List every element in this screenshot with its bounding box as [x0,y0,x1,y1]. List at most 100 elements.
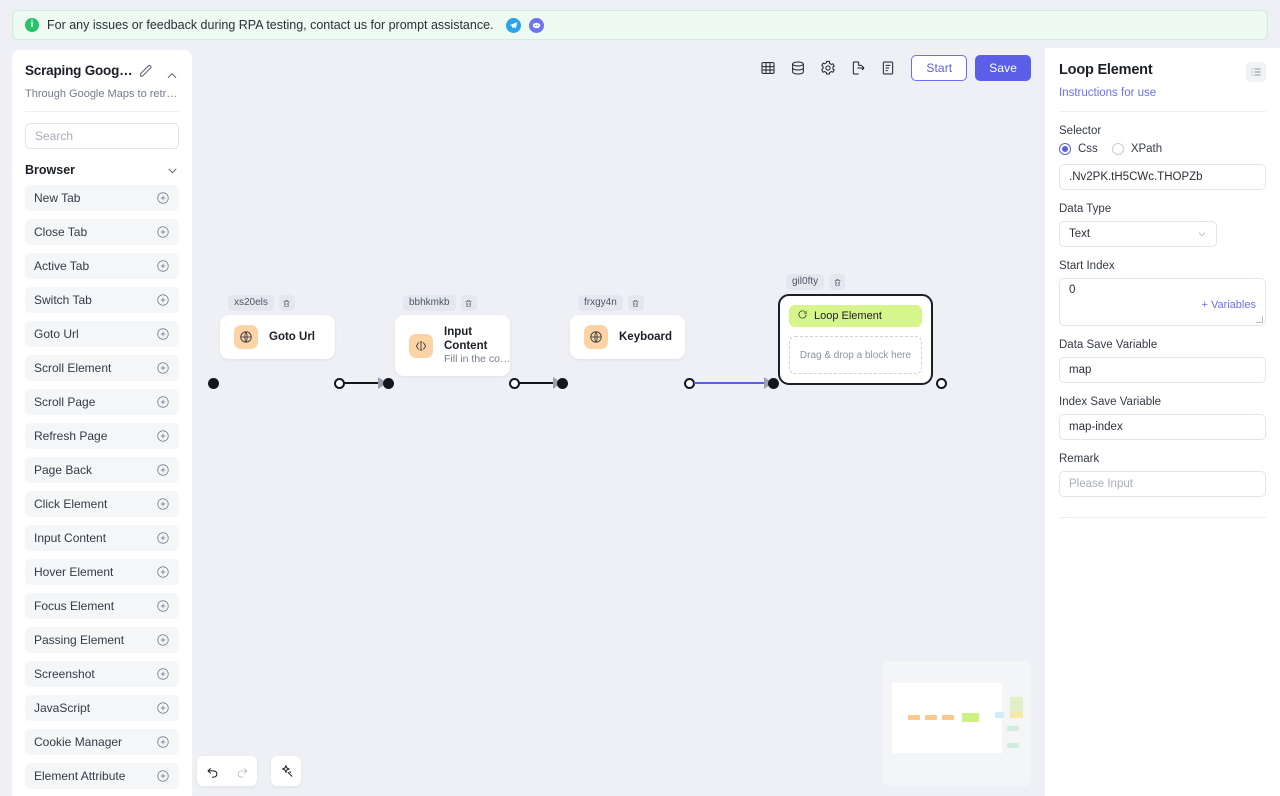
sidebar-item-switch-tab[interactable]: Switch Tab [25,287,179,313]
node-subtitle: Fill in the cont… [444,353,512,365]
loop-node-header[interactable]: Loop Element [789,305,922,327]
sidebar-item-label: Refresh Page [34,429,108,443]
node-id: xs20els [228,295,274,311]
undo-icon[interactable] [197,756,227,786]
radio-xpath[interactable] [1111,143,1124,155]
gear-icon[interactable] [813,53,843,83]
database-icon[interactable] [783,53,813,83]
sidebar-item-javascript[interactable]: JavaScript [25,695,179,721]
chevron-down-icon[interactable] [166,164,179,177]
export-icon[interactable] [843,53,873,83]
history-controls [197,756,257,786]
flow-node-loop-element[interactable]: gil0fty Loop Element Drag & drop a block… [778,274,933,385]
table-icon[interactable] [753,53,783,83]
start-index-label: Start Index [1059,260,1115,272]
remark-input[interactable] [1059,471,1266,497]
sidebar-item-input-content[interactable]: Input Content [25,525,179,551]
data-type-value: Text [1069,228,1091,240]
plus-circle-icon[interactable] [156,701,170,715]
node-input-port[interactable] [383,378,394,389]
plus-circle-icon[interactable] [156,633,170,647]
index-save-variable-input[interactable] [1059,414,1266,440]
plus-circle-icon[interactable] [156,395,170,409]
flow-node-input-content[interactable]: bbhkmkb Input Content Fill in the cont… [395,295,512,376]
plus-circle-icon[interactable] [156,497,170,511]
sidebar-item-cookie-manager[interactable]: Cookie Manager [25,729,179,755]
chevron-up-icon[interactable] [165,69,179,83]
plus-circle-icon[interactable] [156,735,170,749]
magic-wand-icon[interactable] [271,756,301,786]
remark-label: Remark [1059,453,1100,465]
trash-icon[interactable] [460,295,477,311]
node-id: gil0fty [786,274,825,290]
workflow-subtitle: Through Google Maps to retr… [25,88,178,100]
sidebar-item-hover-element[interactable]: Hover Element [25,559,179,585]
globe-icon [584,325,608,349]
flow-node-keyboard[interactable]: frxgy4n Keyboard [570,295,685,359]
radio-css[interactable] [1059,143,1071,155]
sidebar-item-label: JavaScript [34,701,91,715]
search-input[interactable] [25,123,179,149]
redo-icon[interactable] [227,756,257,786]
data-save-variable-input[interactable] [1059,357,1266,383]
sidebar-item-close-tab[interactable]: Close Tab [25,219,179,245]
start-index-textarea[interactable]: 0 + Variables [1059,278,1266,326]
trash-icon[interactable] [829,274,846,290]
resize-handle[interactable] [1256,316,1263,323]
sidebar-item-scroll-element[interactable]: Scroll Element [25,355,179,381]
plus-circle-icon[interactable] [156,463,170,477]
trash-icon[interactable] [627,295,644,311]
start-button[interactable]: Start [911,55,968,81]
sidebar-item-label: Scroll Page [34,395,96,409]
node-output-port[interactable] [936,378,947,389]
sidebar-item-passing-element[interactable]: Passing Element [25,627,179,653]
minimap[interactable] [883,661,1031,786]
flow-node-goto-url[interactable]: xs20els Goto Url [220,295,335,359]
save-button[interactable]: Save [975,55,1031,81]
sidebar-item-label: Cookie Manager [34,735,123,749]
instructions-link[interactable]: Instructions for use [1059,87,1156,99]
sidebar-item-focus-element[interactable]: Focus Element [25,593,179,619]
node-input-port[interactable] [208,378,219,389]
flow-canvas[interactable]: Start Save xs20els Goto Url bbhkmkb Inpu… [192,48,1043,796]
sidebar-item-label: Switch Tab [34,293,92,307]
sidebar-item-refresh-page[interactable]: Refresh Page [25,423,179,449]
plus-circle-icon[interactable] [156,259,170,273]
discord-icon[interactable] [528,17,544,33]
sidebar-item-screenshot[interactable]: Screenshot [25,661,179,687]
sidebar-item-element-attribute[interactable]: Element Attribute [25,763,179,789]
sidebar-item-page-back[interactable]: Page Back [25,457,179,483]
properties-panel: Loop Element Instructions for use Select… [1045,48,1280,796]
data-type-select[interactable]: Text [1059,221,1217,247]
plus-circle-icon[interactable] [156,769,170,783]
sidebar-item-scroll-page[interactable]: Scroll Page [25,389,179,415]
plus-circle-icon[interactable] [156,429,170,443]
input-icon [409,333,433,358]
notification-banner: i For any issues or feedback during RPA … [12,10,1268,40]
node-input-port[interactable] [557,378,568,389]
selector-input[interactable] [1059,164,1266,190]
pencil-icon[interactable] [139,64,153,78]
trash-icon[interactable] [278,295,295,311]
sidebar-item-active-tab[interactable]: Active Tab [25,253,179,279]
add-variables-link[interactable]: + Variables [1201,299,1256,311]
sidebar-item-new-tab[interactable]: New Tab [25,185,179,211]
plus-circle-icon[interactable] [156,225,170,239]
list-indent-icon[interactable] [1246,62,1266,82]
plus-circle-icon[interactable] [156,531,170,545]
globe-icon [234,325,258,349]
plus-circle-icon[interactable] [156,327,170,341]
sidebar-item-goto-url[interactable]: Goto Url [25,321,179,347]
log-icon[interactable] [873,53,903,83]
sidebar-group-browser[interactable]: Browser [12,149,192,185]
sidebar-item-click-element[interactable]: Click Element [25,491,179,517]
telegram-icon[interactable] [505,17,521,33]
node-id: frxgy4n [578,295,623,311]
plus-circle-icon[interactable] [156,599,170,613]
loop-dropzone[interactable]: Drag & drop a block here [789,336,922,374]
plus-circle-icon[interactable] [156,667,170,681]
plus-circle-icon[interactable] [156,191,170,205]
plus-circle-icon[interactable] [156,293,170,307]
plus-circle-icon[interactable] [156,361,170,375]
plus-circle-icon[interactable] [156,565,170,579]
